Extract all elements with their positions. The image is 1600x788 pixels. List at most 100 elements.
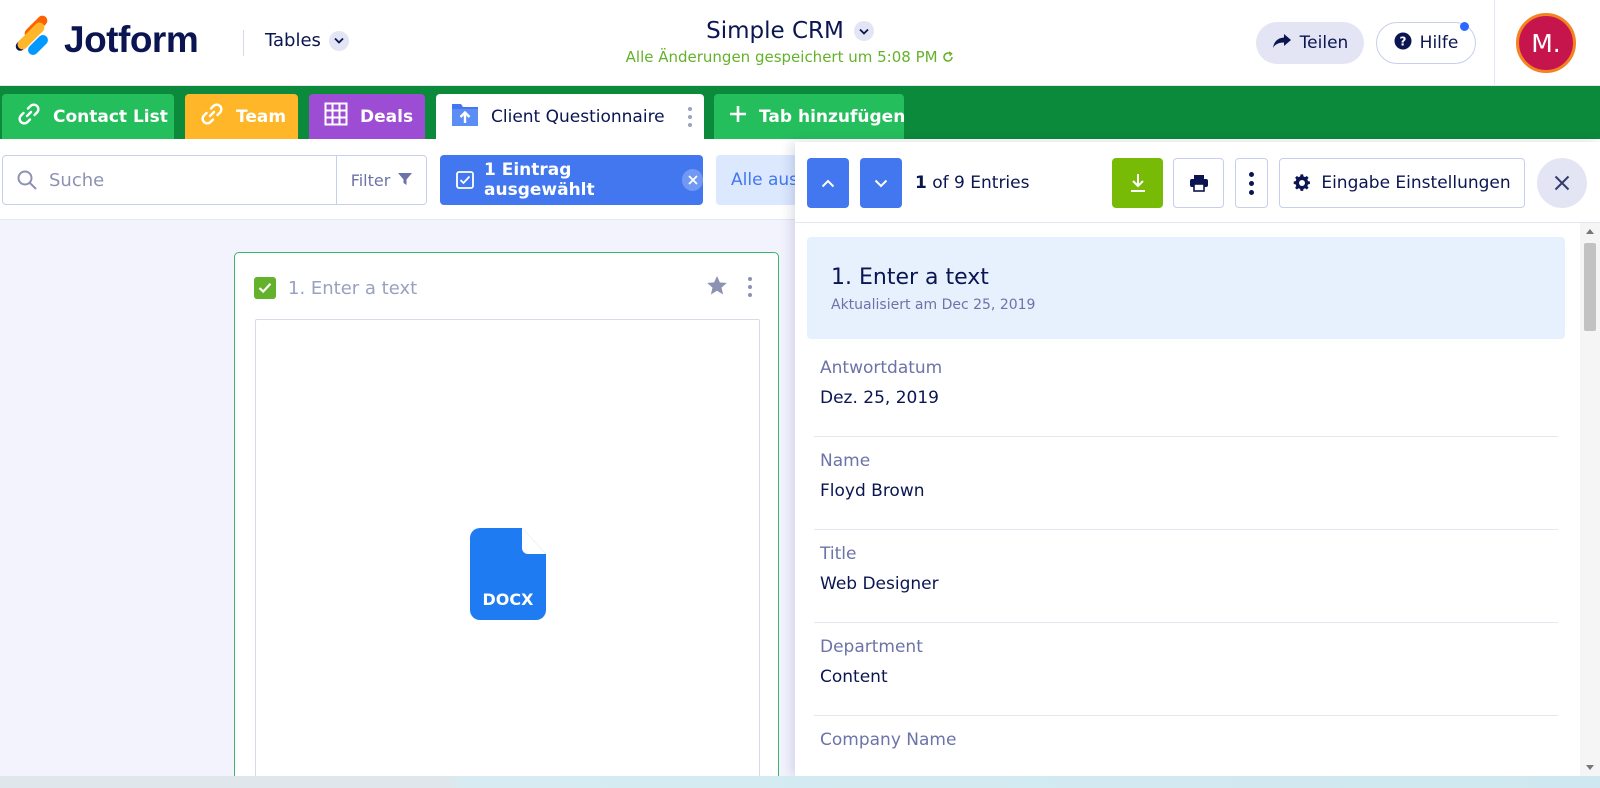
tab-label: Contact List <box>53 106 168 127</box>
field-department: Department Content <box>814 623 1558 716</box>
field-label: Antwortdatum <box>820 358 943 378</box>
current-entry-number: 1 <box>915 173 927 193</box>
previous-entry-button[interactable] <box>807 158 849 208</box>
tab-team[interactable]: Team <box>185 94 298 139</box>
entry-detail-panel: 1 of 9 Entries Eingabe Einstellungen 1. … <box>795 142 1600 776</box>
search-icon <box>17 170 37 190</box>
download-icon <box>1129 173 1147 193</box>
entry-settings-button[interactable]: Eingabe Einstellungen <box>1279 158 1525 208</box>
checkbox-checked-icon <box>456 171 474 189</box>
entries-card-grid: 1. Enter a text DOCX <box>0 220 800 788</box>
print-button[interactable] <box>1173 158 1224 208</box>
jotform-logo[interactable]: Jotform <box>12 13 199 62</box>
selected-entries-chip[interactable]: 1 Eintrag ausgewählt <box>440 155 703 205</box>
more-options-button[interactable] <box>1235 158 1268 208</box>
download-button[interactable] <box>1112 158 1163 208</box>
link-icon <box>200 102 224 131</box>
clear-selection-icon[interactable] <box>682 169 703 191</box>
add-tab-button[interactable]: Tab hinzufügen <box>714 94 906 139</box>
share-button[interactable]: Teilen <box>1256 22 1364 64</box>
close-icon <box>1554 175 1570 191</box>
tables-switcher[interactable]: Tables <box>265 30 349 51</box>
close-panel-button[interactable] <box>1537 158 1587 208</box>
share-arrow-icon <box>1272 33 1292 54</box>
field-label: Title <box>820 544 857 564</box>
tab-client-questionnaire[interactable]: Client Questionnaire <box>436 94 704 139</box>
select-all-label: Alle aus <box>731 170 798 190</box>
field-value: Content <box>820 667 888 687</box>
os-taskbar <box>0 776 1600 788</box>
printer-icon <box>1189 174 1209 192</box>
field-antwortdatum: Antwortdatum Dez. 25, 2019 <box>814 344 1558 437</box>
selected-entries-label: 1 Eintrag ausgewählt <box>484 160 595 200</box>
docx-file-icon: DOCX <box>470 528 546 620</box>
refresh-icon <box>942 48 954 66</box>
folder-upload-icon <box>451 101 479 132</box>
tables-label: Tables <box>265 30 321 51</box>
header-divider <box>1494 0 1495 86</box>
field-label: Name <box>820 451 871 471</box>
card-options-icon[interactable] <box>748 277 752 297</box>
entry-checkbox[interactable] <box>254 277 276 299</box>
gear-icon <box>1293 174 1311 192</box>
header-divider <box>243 30 244 56</box>
filter-label: Filter <box>350 170 391 190</box>
save-status: Alle Änderungen gespeichert um 5:08 PM <box>600 48 980 66</box>
avatar-initial: M. <box>1531 28 1561 58</box>
entry-header-banner: 1. Enter a text Aktualisiert am Dec 25, … <box>807 237 1565 339</box>
kebab-menu-icon <box>1249 171 1254 195</box>
tab-options-icon[interactable] <box>688 107 692 127</box>
entry-title: 1. Enter a text <box>831 265 989 290</box>
chevron-up-icon <box>821 179 835 188</box>
document-title-text: Simple CRM <box>706 18 844 44</box>
help-label: Hilfe <box>1419 33 1459 53</box>
plus-icon <box>729 105 747 128</box>
funnel-icon <box>398 171 413 190</box>
filter-button[interactable]: Filter <box>336 156 426 204</box>
next-entry-button[interactable] <box>860 158 902 208</box>
save-status-text: Alle Änderungen gespeichert um 5:08 PM <box>625 48 938 66</box>
entry-card-header: 1. Enter a text <box>254 277 417 299</box>
field-value: Floyd Brown <box>820 481 925 501</box>
document-title[interactable]: Simple CRM <box>706 18 874 44</box>
field-title: Title Web Designer <box>814 530 1558 623</box>
brand-name: Jotform <box>64 19 199 60</box>
help-button[interactable]: ? Hilfe <box>1376 22 1476 64</box>
tab-deals[interactable]: Deals <box>309 94 425 139</box>
tab-label: Client Questionnaire <box>491 106 665 127</box>
entry-counter: 1 of 9 Entries <box>915 173 1029 193</box>
chevron-down-icon <box>328 30 349 51</box>
chevron-down-icon <box>853 21 874 41</box>
scroll-down-arrow-icon[interactable] <box>1586 765 1594 770</box>
chevron-down-icon <box>874 179 888 188</box>
question-circle-icon: ? <box>1394 32 1412 55</box>
field-label: Company Name <box>820 730 957 750</box>
file-preview: DOCX <box>255 319 760 788</box>
tab-contact-list[interactable]: Contact List <box>2 94 174 139</box>
field-value: Web Designer <box>820 574 939 594</box>
field-name: Name Floyd Brown <box>814 437 1558 530</box>
entry-settings-label: Eingabe Einstellungen <box>1321 173 1511 193</box>
entry-card[interactable]: 1. Enter a text DOCX <box>234 252 779 788</box>
scroll-up-arrow-icon[interactable] <box>1586 229 1594 234</box>
panel-scrollbar[interactable] <box>1580 223 1600 776</box>
file-type-label: DOCX <box>482 590 534 609</box>
tab-label: Team <box>236 106 287 127</box>
scrollbar-thumb[interactable] <box>1584 243 1596 331</box>
share-label: Teilen <box>1299 33 1349 53</box>
entry-card-title: 1. Enter a text <box>288 277 418 299</box>
entry-panel-toolbar: 1 of 9 Entries Eingabe Einstellungen <box>795 142 1600 223</box>
table-tabs-bar: Contact List Team Deals Client Questionn… <box>0 86 1600 139</box>
jotform-logo-icon <box>12 13 51 62</box>
tab-label: Tab hinzufügen <box>759 106 906 127</box>
field-label: Department <box>820 637 923 657</box>
link-icon <box>17 102 41 131</box>
star-icon[interactable] <box>706 275 728 300</box>
user-avatar[interactable]: M. <box>1516 13 1576 73</box>
notification-dot <box>1460 22 1469 31</box>
tab-label: Deals <box>360 106 414 127</box>
field-value: Dez. 25, 2019 <box>820 388 939 408</box>
search-input[interactable] <box>49 169 319 191</box>
table-grid-icon <box>324 102 348 131</box>
search-box: Filter <box>2 155 427 205</box>
